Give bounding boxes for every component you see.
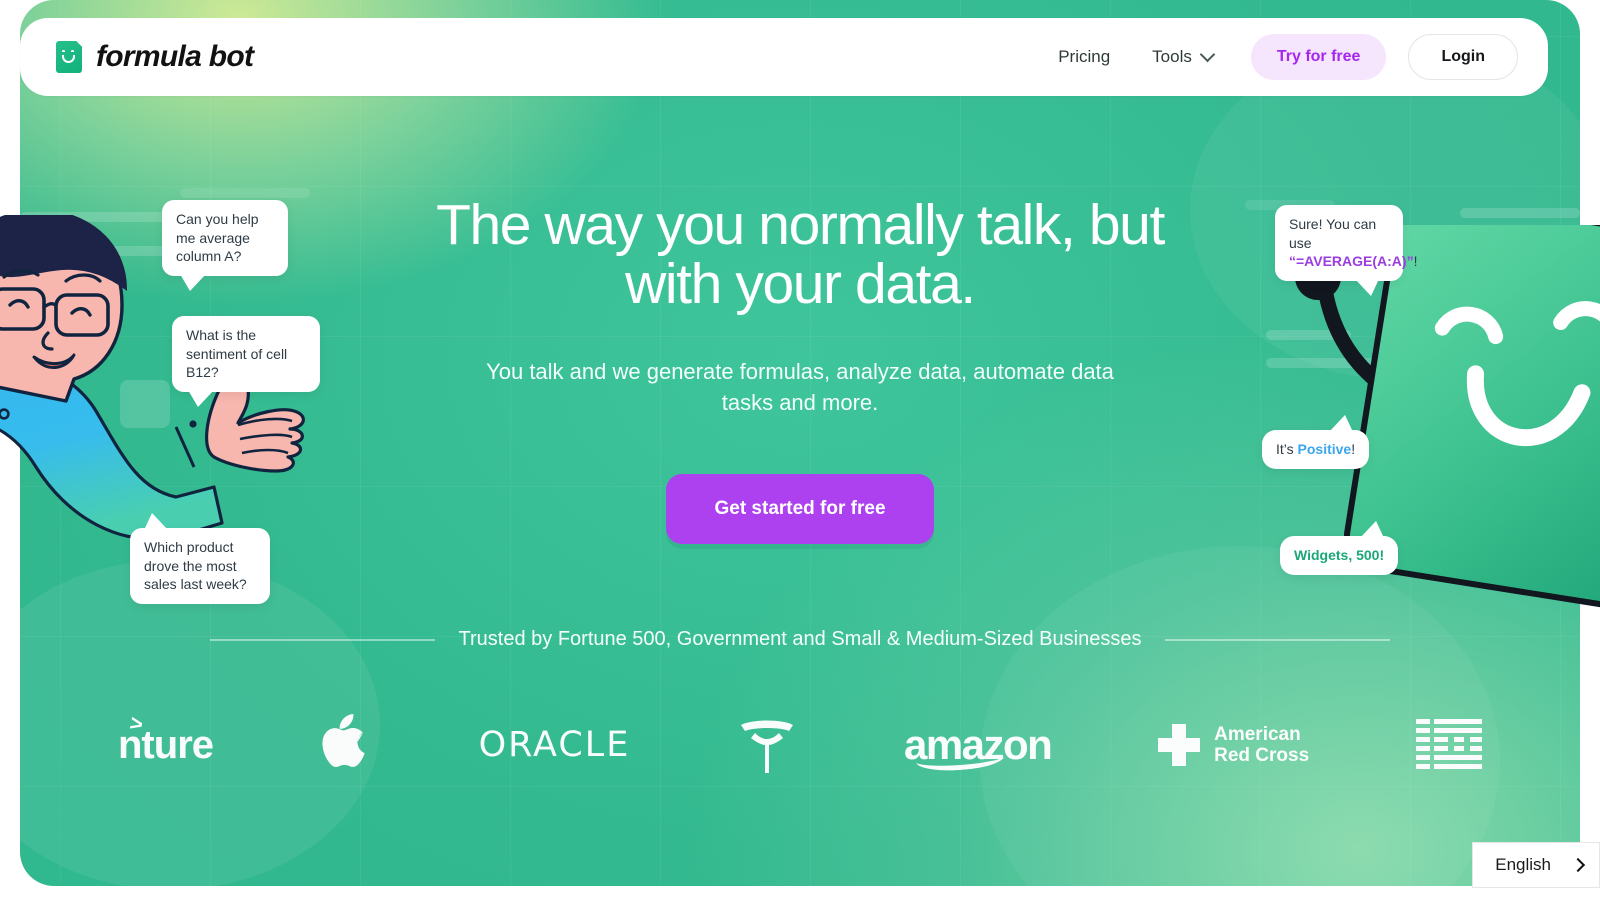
logo-apple: [320, 714, 372, 776]
svg-text:?: ?: [138, 395, 150, 420]
get-started-button[interactable]: Get started for free: [666, 474, 934, 545]
logo-tesla: [737, 715, 797, 775]
headline-line-1: The way you normally talk, but: [436, 193, 1165, 257]
bubble-text-emphasis: Widgets, 500: [1294, 547, 1380, 563]
bubble-text: What is the sentiment of cell B12?: [186, 327, 288, 381]
headline-line-2: with your data.: [625, 251, 976, 316]
language-label: English: [1495, 855, 1551, 874]
brand-name: formula bot: [96, 40, 254, 73]
bubble-tail: [1360, 521, 1385, 538]
speech-bubble-question-1: Can you help me average column A?: [162, 200, 288, 291]
bubble-tail: [180, 273, 206, 291]
chevron-down-icon: [1199, 46, 1216, 63]
red-cross-icon: [1158, 724, 1201, 766]
tesla-icon: [741, 720, 794, 773]
bubble-tail: [1329, 415, 1354, 432]
logo-american-red-cross: American Red Cross: [1158, 724, 1309, 767]
brand-logo[interactable]: formula bot: [56, 40, 254, 74]
apple-icon: [322, 714, 365, 767]
nav-link-tools[interactable]: Tools: [1134, 37, 1227, 77]
logo-arc-line1: American: [1214, 723, 1301, 745]
bubble-text-emphasis: “=AVERAGE(A:A)”: [1289, 253, 1414, 270]
bubble-text-suffix: !: [1379, 547, 1385, 563]
document-smile-icon: [56, 41, 82, 73]
amazon-swoosh-icon: [915, 744, 1005, 774]
language-selector[interactable]: English: [1472, 842, 1600, 888]
hero-subheadline: You talk and we generate formulas, analy…: [486, 359, 1114, 415]
bubble-text-suffix: !: [1413, 253, 1418, 270]
logo-amazon: amazon: [904, 721, 1053, 774]
divider-left: [209, 638, 435, 641]
speech-bubble-question-2: What is the sentiment of cell B12?: [172, 316, 320, 407]
speech-bubble-answer-3: Widgets, 500!: [1280, 521, 1399, 575]
logo-accenture: > nture: [118, 710, 214, 768]
divider-right: [1165, 638, 1391, 641]
bubble-text-prefix: Sure! You can use: [1289, 216, 1377, 251]
ibm-icon: [1415, 719, 1482, 769]
navbar: formula bot Pricing Tools Try for free L…: [20, 18, 1548, 96]
nav-actions: Pricing Tools Try for free Login: [1040, 34, 1518, 80]
bubble-text-emphasis: Positive: [1297, 441, 1352, 457]
bubble-text-prefix: It’s: [1276, 441, 1298, 457]
logo-ibm: [1415, 719, 1482, 771]
speech-bubble-question-3: Which product drove the most sales last …: [130, 513, 270, 604]
bubble-tail: [144, 513, 168, 530]
logo-strip: > nture ORACLE amazon American Red Cross: [0, 690, 1600, 800]
logo-oracle: ORACLE: [479, 725, 631, 765]
nav-link-tools-label: Tools: [1152, 47, 1192, 66]
bubble-text: Which product drove the most sales last …: [144, 539, 247, 593]
page-title: The way you normally talk, but with your…: [420, 196, 1180, 313]
bubble-text-suffix: !: [1351, 441, 1356, 457]
logo-oracle-label: ORACLE: [478, 725, 631, 765]
bubble-tail: [1355, 278, 1379, 296]
nav-link-pricing[interactable]: Pricing: [1040, 37, 1128, 77]
bubble-text: Can you help me average column A?: [176, 211, 259, 265]
trust-row: Trusted by Fortune 500, Government and S…: [0, 628, 1600, 651]
logo-arc-line2: Red Cross: [1214, 745, 1310, 766]
try-for-free-button[interactable]: Try for free: [1250, 34, 1387, 80]
trust-text: Trusted by Fortune 500, Government and S…: [458, 628, 1142, 650]
chevron-right-icon: [1570, 857, 1586, 873]
speech-bubble-answer-1: Sure! You can use “=AVERAGE(A:A)”!: [1275, 205, 1417, 296]
speech-bubble-answer-2: It’s Positive!: [1262, 415, 1370, 469]
bubble-tail: [188, 389, 214, 407]
login-button[interactable]: Login: [1408, 34, 1518, 80]
page-root: ? formula bot Pricing Tools Try for free…: [0, 0, 1600, 900]
